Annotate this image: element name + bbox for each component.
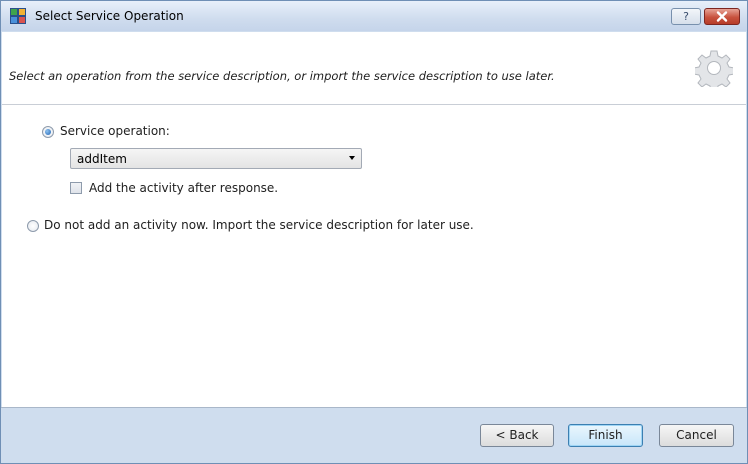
import-later-radio[interactable] — [27, 220, 39, 232]
header-separator — [2, 104, 746, 105]
instruction-text: Select an operation from the service des… — [9, 69, 555, 83]
gear-icon — [695, 50, 733, 87]
app-icon — [10, 8, 26, 24]
help-button[interactable]: ? — [671, 8, 701, 25]
import-later-label[interactable]: Do not add an activity now. Import the s… — [44, 218, 474, 232]
after-response-label[interactable]: Add the activity after response. — [89, 181, 278, 195]
help-icon: ? — [683, 10, 689, 23]
close-icon — [716, 11, 728, 22]
after-response-checkbox[interactable] — [70, 182, 82, 194]
service-operation-label[interactable]: Service operation: — [60, 124, 170, 138]
operation-select-value: addItem — [77, 152, 127, 166]
finish-button[interactable]: Finish — [568, 424, 643, 447]
chevron-down-icon — [349, 156, 355, 160]
dialog-window: Select Service Operation ? Select an ope… — [0, 0, 748, 464]
close-button[interactable] — [704, 8, 740, 25]
footer-separator — [1, 407, 747, 408]
cancel-button[interactable]: Cancel — [659, 424, 734, 447]
window-title: Select Service Operation — [35, 9, 184, 23]
operation-select[interactable]: addItem — [70, 148, 362, 169]
back-button[interactable]: < Back — [480, 424, 554, 447]
title-bar[interactable]: Select Service Operation ? — [1, 1, 747, 31]
dialog-content: Select an operation from the service des… — [2, 32, 746, 407]
service-operation-radio[interactable] — [42, 126, 54, 138]
